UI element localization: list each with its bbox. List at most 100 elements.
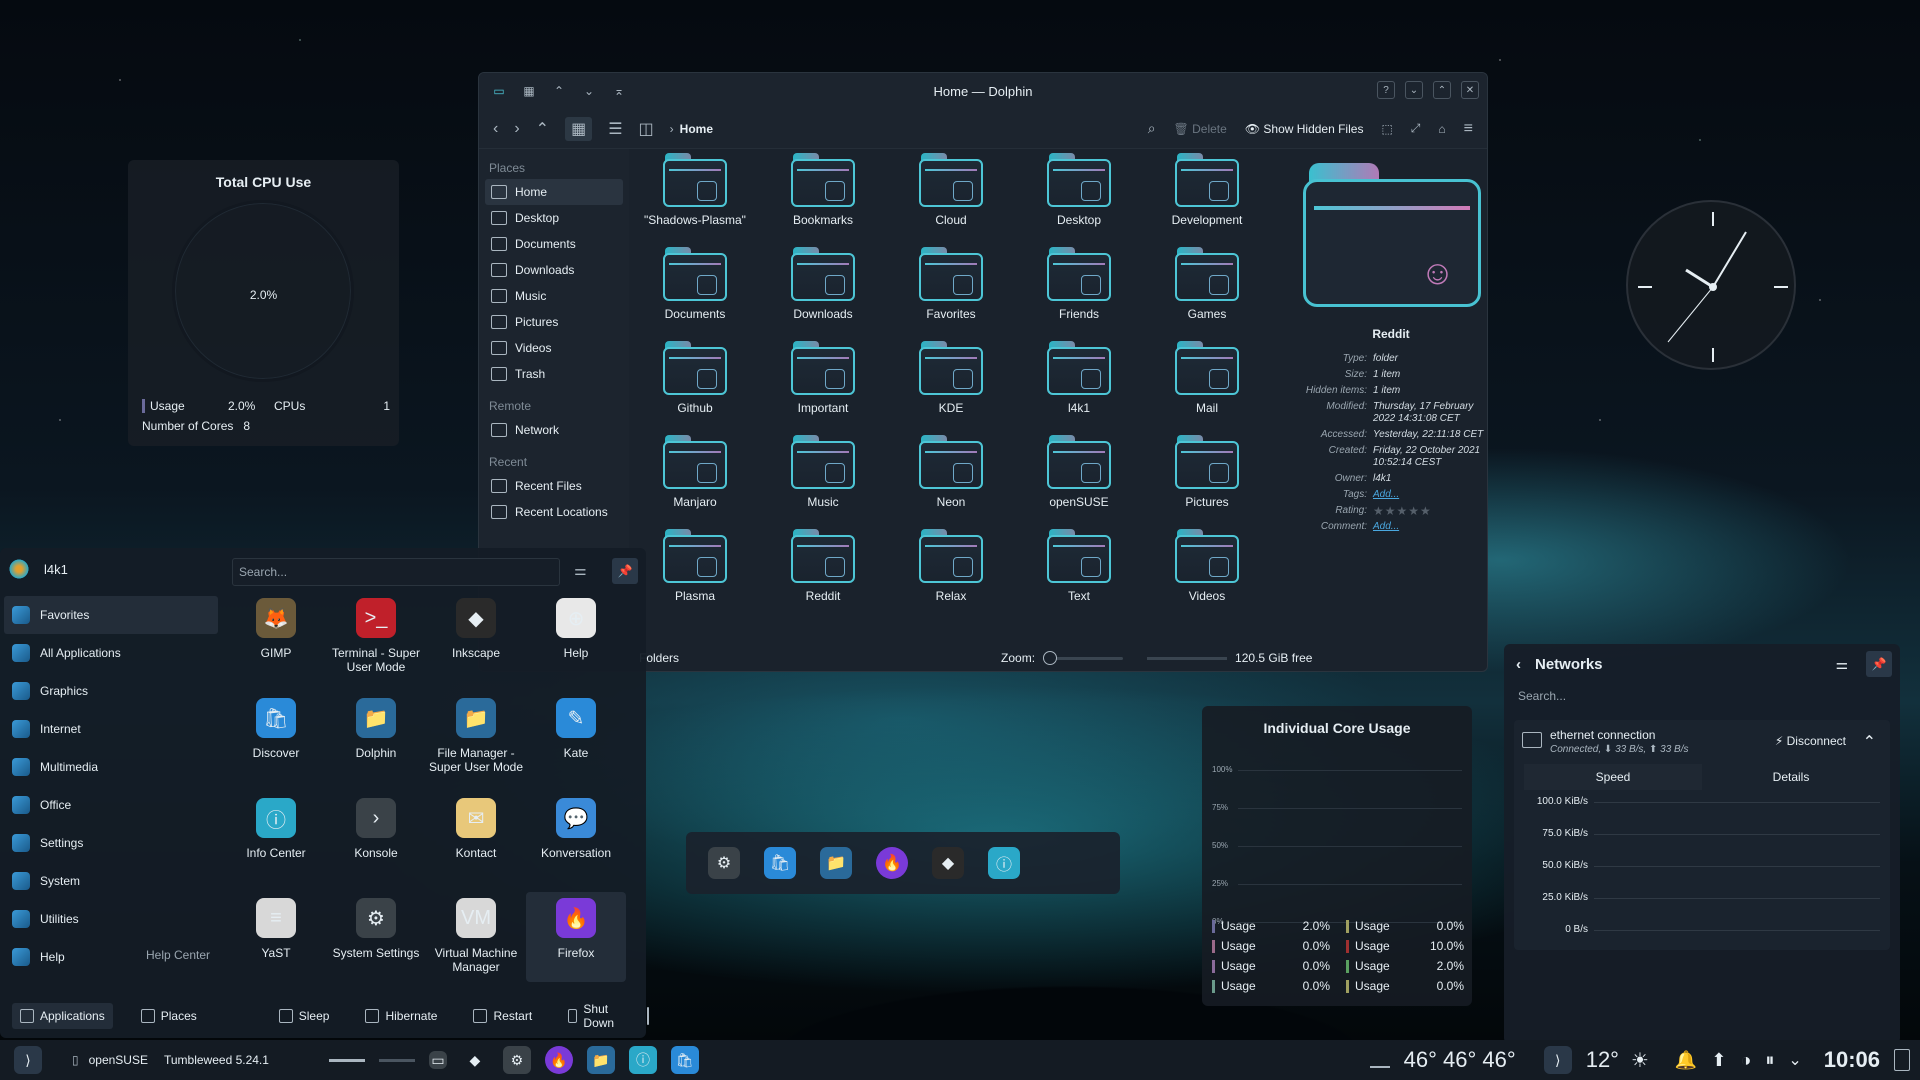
folder-item[interactable]: Github [631,341,759,425]
folder-item[interactable]: l4k1 [1015,341,1143,425]
folder-item[interactable]: Neon [887,435,1015,519]
tab-speed[interactable]: Speed [1524,764,1702,790]
applications-tab[interactable]: Applications [12,1003,113,1029]
dock-firefox-icon[interactable]: 🔥 [876,847,908,879]
category-multimedia[interactable]: Multimedia [4,748,218,786]
zoom-slider[interactable] [1043,650,1124,665]
task-discover-icon[interactable]: 🛍 [670,1046,699,1074]
network-search-input[interactable]: Search... [1514,684,1890,710]
folder-item[interactable]: Important [759,341,887,425]
icons-view-icon[interactable]: ▦ [565,116,593,141]
folder-item[interactable]: Text [1015,529,1143,613]
task-dolphin-icon[interactable]: 📁 [586,1046,615,1074]
place-music[interactable]: Music [479,283,629,309]
split-view-icon[interactable]: ◫ [639,119,654,139]
fullscreen-icon[interactable]: ⤢ [1411,121,1421,136]
folder-item[interactable]: Manjaro [631,435,759,519]
category-utilities[interactable]: Utilities [4,900,218,938]
folder-item[interactable]: KDE [887,341,1015,425]
app-kate[interactable]: ✎ Kate [526,692,626,782]
places-tab[interactable]: Places [133,1003,205,1029]
hibernate-button[interactable]: Hibernate [357,1003,445,1029]
volume-slider[interactable] [328,1058,365,1062]
folder-item[interactable]: Games [1143,247,1271,331]
folder-item[interactable]: Mail [1143,341,1271,425]
launcher-search-input[interactable]: Search... [232,558,560,586]
zoom-knob[interactable] [1043,650,1058,665]
clock-time[interactable]: 10:06 [1824,1047,1880,1073]
folder-item[interactable]: Development [1143,153,1271,237]
grid-icon[interactable]: ▦ [519,81,539,101]
category-favorites[interactable]: Favorites [4,596,218,634]
shade-icon[interactable]: ⌅ [609,81,629,101]
folder-item[interactable]: Plasma [631,529,759,613]
show-desktop-icon[interactable] [1894,1049,1910,1071]
leave-icon[interactable] [646,1007,649,1025]
folder-item[interactable]: Music [759,435,887,519]
launcher-user[interactable]: l4k1 [8,556,68,582]
folder-item[interactable]: Cloud [887,153,1015,237]
folder-item[interactable]: Relax [887,529,1015,613]
tab-details[interactable]: Details [1702,764,1880,790]
night-mode-icon[interactable]: ◑ [1740,1050,1751,1071]
keep-below-icon[interactable]: ⌄ [579,81,599,101]
minimize-button[interactable]: ⌄ [1405,81,1423,99]
place-pictures[interactable]: Pictures [479,309,629,335]
task-inkscape-icon[interactable]: ◆ [461,1046,489,1074]
dolphin-app-icon[interactable]: ▭ [489,81,509,101]
restart-button[interactable]: Restart [465,1003,540,1029]
folder-item[interactable]: Favorites [887,247,1015,331]
close-button[interactable]: ✕ [1461,81,1479,99]
category-system[interactable]: System [4,862,218,900]
folder-item[interactable]: Videos [1143,529,1271,613]
forward-icon[interactable]: › [514,120,519,138]
app-system-settings[interactable]: ⚙ System Settings [326,892,426,982]
app-firefox[interactable]: 🔥 Firefox [526,892,626,982]
folder-item[interactable]: Desktop [1015,153,1143,237]
tags-add-link[interactable]: Add... [1373,489,1399,501]
filter-icon[interactable]: ⚌ [574,562,587,579]
updates-icon[interactable]: ⬆ [1711,1050,1726,1071]
ethernet-connection-item[interactable]: ethernet connection Connected, ⬇ 33 B/s,… [1514,720,1890,950]
app-discover[interactable]: 🛍 Discover [226,692,326,782]
category-office[interactable]: Office [4,786,218,824]
app-help[interactable]: ⊕ Help [526,592,626,682]
category-settings[interactable]: Settings [4,824,218,862]
app-yast[interactable]: ≡ YaST [226,892,326,982]
search-icon[interactable]: ⌕ [1148,120,1156,137]
category-internet[interactable]: Internet [4,710,218,748]
collapse-chevron-icon[interactable]: ⌃ [1863,732,1876,752]
category-all-applications[interactable]: All Applications [4,634,218,672]
place-documents[interactable]: Documents [479,231,629,257]
tray-launcher-icon[interactable]: ⟩ [1543,1046,1572,1074]
app-konsole[interactable]: › Konsole [326,792,426,882]
app-terminal-super-user-mode[interactable]: >_ Terminal - Super User Mode [326,592,426,682]
place-home[interactable]: Home [485,179,623,205]
dolphin-titlebar[interactable]: ▭ ▦ ⌃ ⌄ ⌅ Home — Dolphin ? ⌄ ⌃ ✕ [479,73,1487,109]
dock-dolphin-icon[interactable]: 📁 [820,847,852,879]
home-icon[interactable]: ⌂ [1438,122,1445,136]
folder-item[interactable]: Bookmarks [759,153,887,237]
brightness-slider[interactable] [378,1058,415,1062]
network-pin-icon[interactable]: 📌 [1866,651,1892,677]
task-window-icon[interactable]: ▭ [428,1051,447,1069]
comment-add-link[interactable]: Add... [1373,521,1399,533]
delete-button[interactable]: 🗑 Delete [1174,122,1227,136]
rating-stars[interactable]: ★★★★★ [1373,505,1432,517]
show-hidden-button[interactable]: 👁 Show Hidden Files [1245,122,1364,136]
place-recent-locations[interactable]: Recent Locations [479,499,629,525]
back-icon[interactable]: ‹ [493,120,498,138]
app-dolphin[interactable]: 📁 Dolphin [326,692,426,782]
tray-expand-chevron-icon[interactable]: ⌄ [1788,1050,1801,1070]
breadcrumb[interactable]: Home [680,122,713,136]
shutdown-button[interactable]: Shut Down [560,996,627,1036]
maximize-button[interactable]: ⌃ [1433,81,1451,99]
dock-inkscape-icon[interactable]: ◆ [932,847,964,879]
app-gimp[interactable]: 🦊 GIMP [226,592,326,682]
media-pause-icon[interactable]: ⏸ [1765,1050,1774,1071]
sleep-button[interactable]: Sleep [271,1003,338,1029]
pin-icon[interactable]: 📌 [612,558,638,584]
category-graphics[interactable]: Graphics [4,672,218,710]
folder-item[interactable]: Downloads [759,247,887,331]
app-kontact[interactable]: ✉ Kontact [426,792,526,882]
